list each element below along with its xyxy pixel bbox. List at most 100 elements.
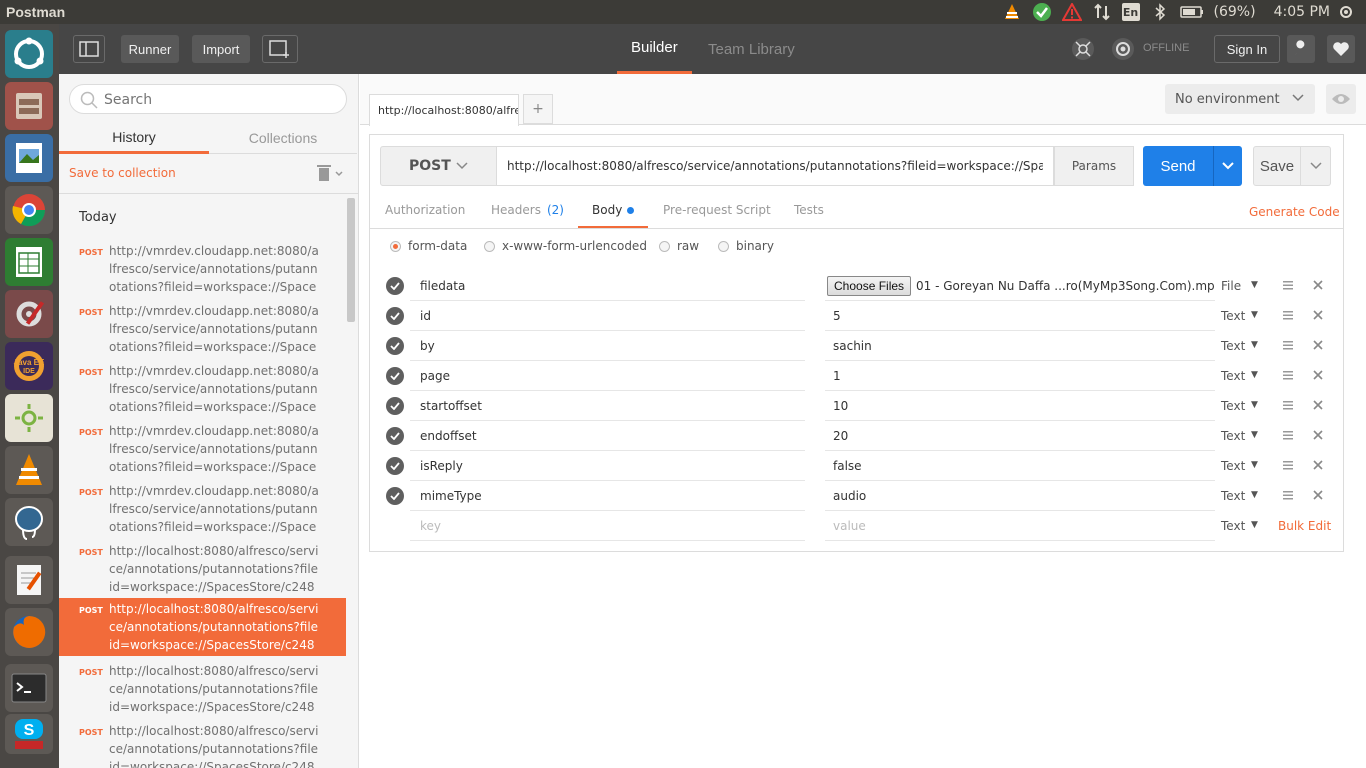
delete-row-icon[interactable] (1312, 309, 1324, 325)
history-item[interactable]: POST http://vmrdev.cloudapp.net:8080/alf… (59, 360, 346, 418)
radio-form-data[interactable]: form-data (390, 239, 467, 253)
delete-row-icon[interactable] (1312, 399, 1324, 415)
toggle-sidebar-button[interactable] (73, 35, 105, 63)
row-key[interactable]: endoffset (410, 421, 805, 451)
drag-handle-icon[interactable] (1282, 339, 1294, 355)
drag-handle-icon[interactable] (1282, 279, 1294, 295)
tab-body[interactable]: Body (578, 197, 648, 229)
row-enabled-checkbox[interactable] (386, 397, 404, 415)
keyboard-language-indicator[interactable]: En (1121, 3, 1140, 21)
network-arrows-icon[interactable] (1092, 2, 1112, 22)
row-value[interactable]: false (825, 451, 1215, 481)
row-key[interactable]: page (410, 361, 805, 391)
delete-row-icon[interactable] (1312, 339, 1324, 355)
delete-row-icon[interactable] (1312, 459, 1324, 475)
row-key[interactable]: mimeType (410, 481, 805, 511)
send-options-button[interactable] (1213, 146, 1242, 186)
tab-authorization[interactable]: Authorization (385, 197, 465, 229)
delete-row-icon[interactable] (1312, 369, 1324, 385)
history-item[interactable]: POST http://vmrdev.cloudapp.net:8080/alf… (59, 300, 346, 358)
row-key[interactable]: id (410, 301, 805, 331)
bluetooth-icon[interactable] (1150, 2, 1170, 22)
drag-handle-icon[interactable] (1282, 399, 1294, 415)
row-value[interactable]: 5 (825, 301, 1215, 331)
method-select[interactable]: POST (380, 146, 497, 186)
tab-history[interactable]: History (59, 122, 209, 154)
vlc-icon[interactable] (5, 446, 53, 494)
history-item-selected[interactable]: POST http://localhost:8080/alfresco/serv… (59, 598, 346, 656)
tab-pre-request-script[interactable]: Pre-request Script (663, 197, 771, 229)
runner-button[interactable]: Runner (121, 35, 179, 63)
bulk-edit-link[interactable]: Bulk Edit (1278, 519, 1331, 533)
delete-row-icon[interactable] (1312, 429, 1324, 445)
send-button[interactable]: Send (1143, 146, 1213, 186)
new-value-input[interactable]: value (825, 511, 1215, 541)
new-key-input[interactable]: key (410, 511, 805, 541)
history-item[interactable]: POST http://localhost:8080/alfresco/serv… (59, 660, 346, 718)
save-button[interactable]: Save (1253, 146, 1301, 186)
warning-tray-icon[interactable] (1061, 2, 1082, 22)
row-value[interactable]: 20 (825, 421, 1215, 451)
params-button[interactable]: Params (1054, 146, 1134, 186)
power-gear-icon[interactable] (1336, 2, 1356, 22)
row-key[interactable]: filedata (410, 271, 805, 301)
check-shield-tray-icon[interactable] (1032, 2, 1052, 22)
radio-urlencoded[interactable]: x-www-form-urlencoded (484, 239, 647, 253)
sidebar-scrollbar[interactable] (347, 198, 355, 322)
drag-handle-icon[interactable] (1282, 369, 1294, 385)
row-key[interactable]: startoffset (410, 391, 805, 421)
import-button[interactable]: Import (192, 35, 250, 63)
history-item[interactable]: POST http://localhost:8080/alfresco/serv… (59, 540, 346, 598)
radio-binary[interactable]: binary (718, 239, 774, 253)
request-tab[interactable]: http://localhost:8080/alfre (369, 94, 519, 126)
tab-team-library[interactable]: Team Library (708, 24, 795, 74)
history-item[interactable]: POST http://vmrdev.cloudapp.net:8080/alf… (59, 420, 346, 478)
ubuntu-dash-icon[interactable] (5, 30, 53, 78)
new-window-button[interactable] (262, 35, 298, 63)
choose-files-button[interactable]: Choose Files (827, 275, 912, 296)
clear-history-button[interactable] (317, 164, 345, 186)
interceptor-button[interactable] (1069, 35, 1097, 63)
save-to-collection-link[interactable]: Save to collection (69, 166, 176, 180)
tab-tests[interactable]: Tests (794, 197, 824, 229)
row-value[interactable]: 1 (825, 361, 1215, 391)
row-enabled-checkbox[interactable] (386, 367, 404, 385)
save-options-button[interactable] (1301, 146, 1331, 186)
java-ee-ide-icon[interactable]: Java EE IDE (5, 342, 53, 390)
row-enabled-checkbox[interactable] (386, 457, 404, 475)
support-button[interactable] (1327, 35, 1355, 63)
delete-row-icon[interactable] (1312, 489, 1324, 505)
row-value[interactable]: 10 (825, 391, 1215, 421)
chrome-icon[interactable] (5, 186, 53, 234)
generate-code-link[interactable]: Generate Code (1249, 205, 1340, 219)
brightness-icon[interactable] (5, 394, 53, 442)
environment-quick-look-button[interactable] (1326, 84, 1356, 114)
clock[interactable]: 4:05 PM (1274, 4, 1330, 20)
search-input[interactable] (104, 90, 334, 110)
tab-headers[interactable]: Headers (2) (491, 197, 564, 229)
radio-raw[interactable]: raw (659, 239, 699, 253)
text-editor-icon[interactable] (5, 556, 53, 604)
history-item[interactable]: POST http://localhost:8080/alfresco/serv… (59, 720, 346, 768)
drag-handle-icon[interactable] (1282, 429, 1294, 445)
delete-row-icon[interactable] (1312, 279, 1324, 295)
row-value[interactable]: sachin (825, 331, 1215, 361)
drag-handle-icon[interactable] (1282, 309, 1294, 325)
row-key[interactable]: isReply (410, 451, 805, 481)
postgresql-elephant-icon[interactable] (5, 498, 53, 546)
sync-status-button[interactable] (1109, 35, 1137, 63)
terminal-icon[interactable] (5, 664, 53, 712)
search-box[interactable] (69, 84, 347, 114)
file-cabinet-icon[interactable] (5, 82, 53, 130)
spreadsheet-icon[interactable] (5, 238, 53, 286)
add-tab-button[interactable]: + (523, 94, 553, 124)
url-input[interactable] (496, 146, 1054, 186)
skype-icon[interactable]: S (5, 714, 53, 754)
drag-handle-icon[interactable] (1282, 459, 1294, 475)
environment-select[interactable]: No environment (1165, 84, 1315, 114)
image-viewer-icon[interactable] (5, 134, 53, 182)
system-settings-icon[interactable] (5, 290, 53, 338)
row-key[interactable]: by (410, 331, 805, 361)
battery-icon[interactable] (1179, 2, 1204, 22)
row-enabled-checkbox[interactable] (386, 487, 404, 505)
